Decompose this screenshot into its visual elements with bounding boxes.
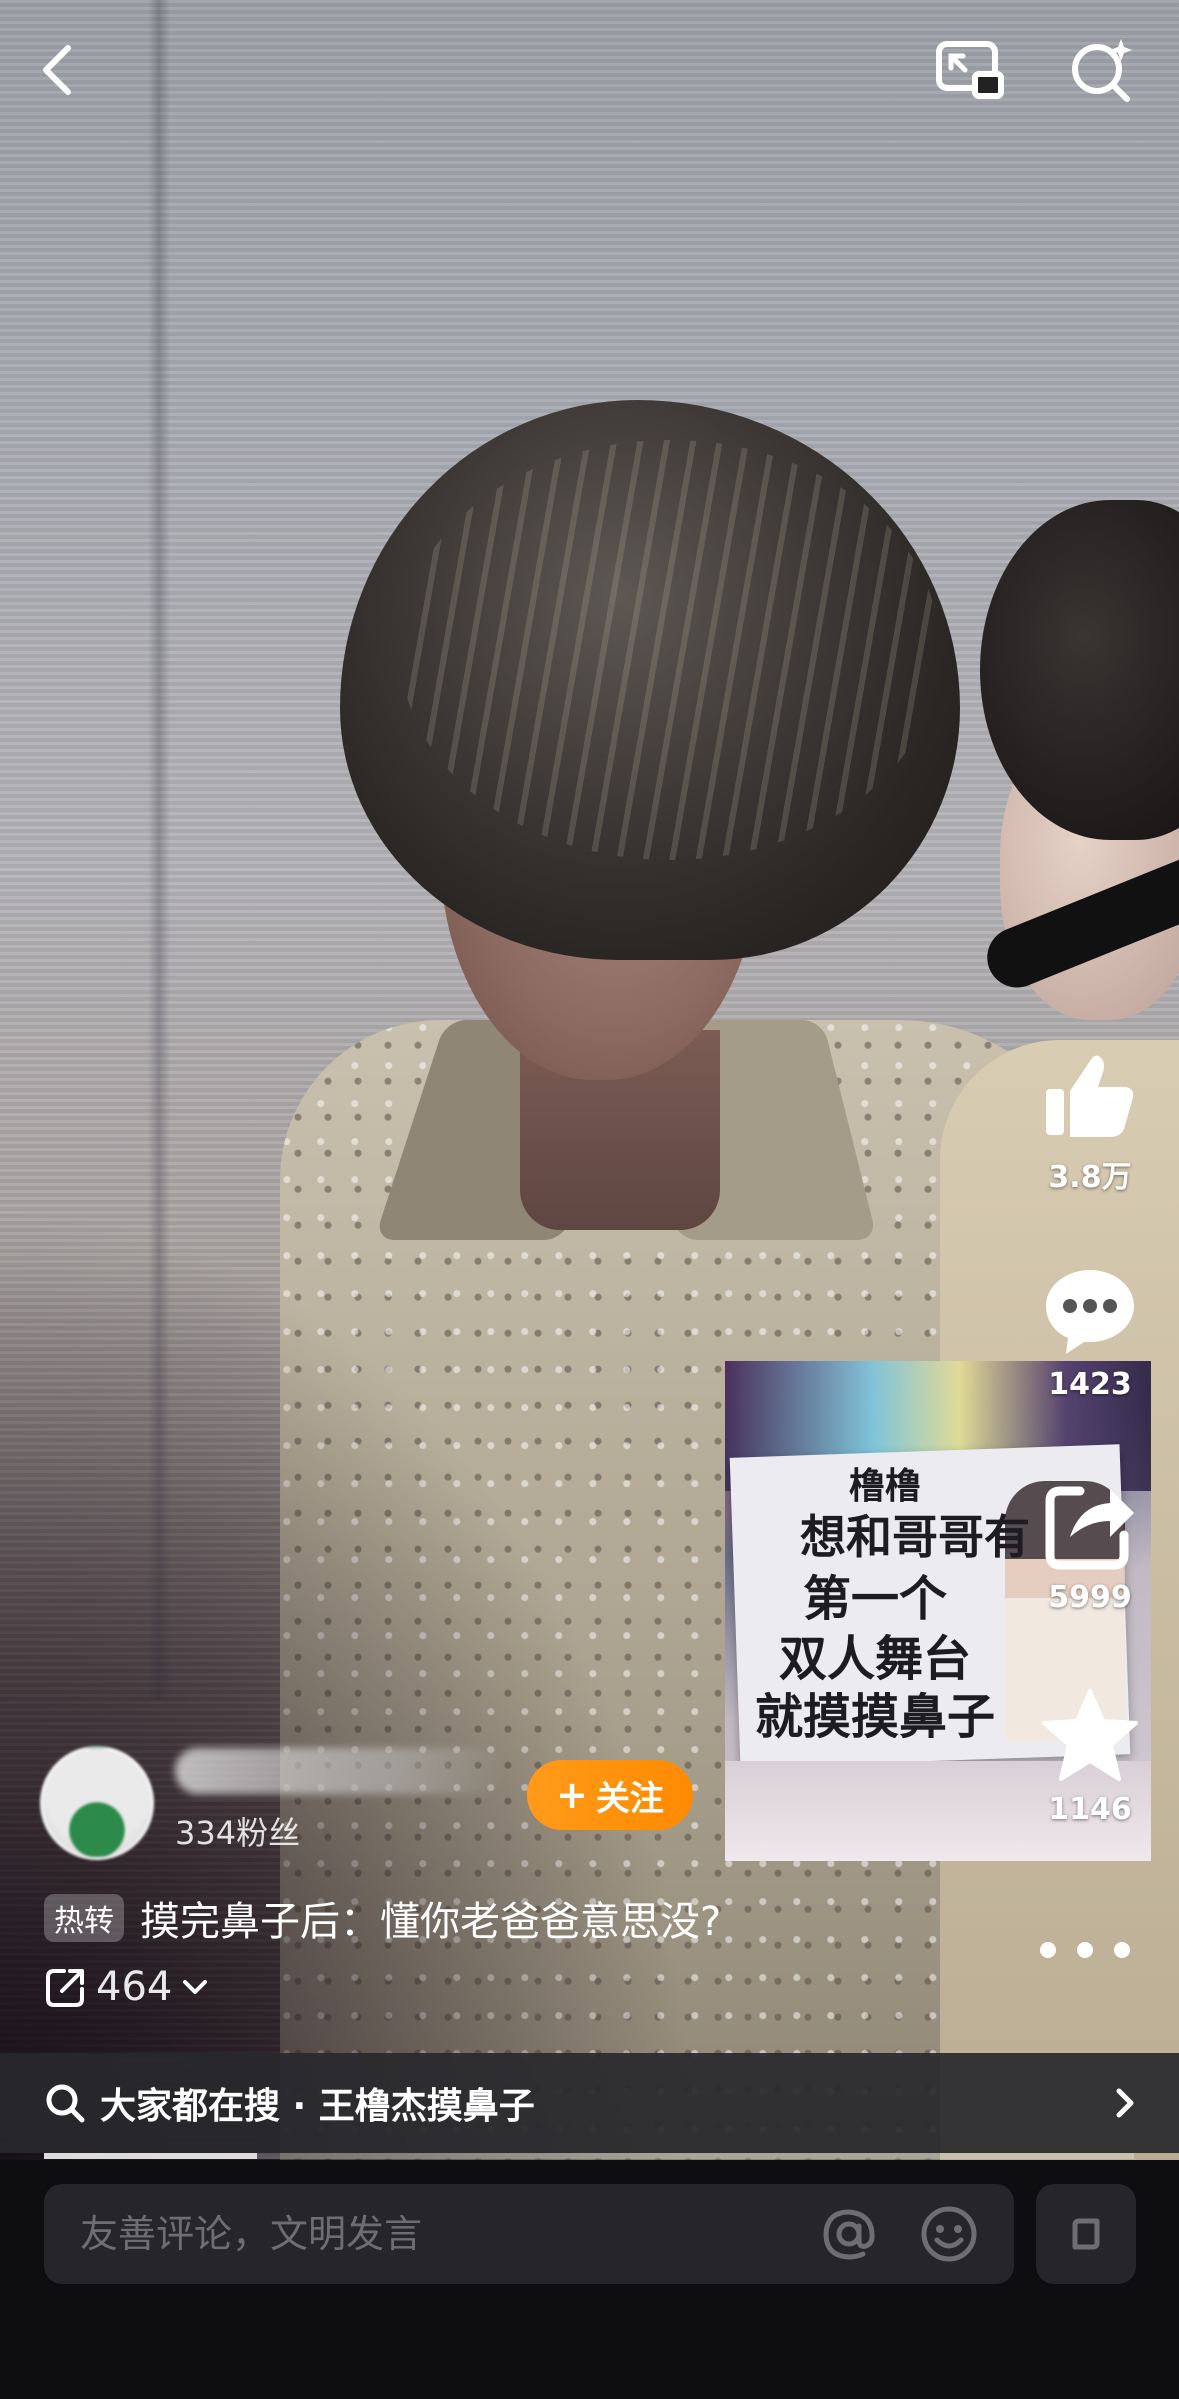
video-shadow <box>0 1200 700 2160</box>
chevron-right-icon <box>1116 2088 1134 2118</box>
comment-bubble-icon <box>1035 1255 1145 1365</box>
star-icon <box>1035 1680 1145 1790</box>
hot-search-label: 大家都在搜 · 王橹杰摸鼻子 <box>100 2086 535 2127</box>
share-button[interactable]: 5999 <box>1020 1468 1160 1615</box>
comment-bar <box>0 2160 1179 2399</box>
comment-input[interactable] <box>78 2211 814 2257</box>
sign-line-5: 就摸摸鼻子 <box>754 1689 995 1745</box>
top-bar <box>0 0 1179 140</box>
comment-input-box[interactable] <box>44 2184 1014 2284</box>
favorite-count: 1146 <box>1048 1792 1132 1827</box>
emoji-icon[interactable] <box>914 2199 984 2269</box>
share-icon <box>1035 1468 1145 1578</box>
comment-count: 1423 <box>1048 1367 1132 1402</box>
favorite-button[interactable]: 1146 <box>1020 1680 1160 1827</box>
external-link-icon <box>46 1969 84 2007</box>
performer-hair <box>340 400 960 960</box>
author-info: 334粉丝 + 关注 <box>40 1740 720 1860</box>
share-count: 5999 <box>1048 1580 1132 1615</box>
repost-count: 464 <box>96 1964 173 2010</box>
caption-text: 摸完鼻子后：懂你老爸爸意思没? <box>140 1899 722 1945</box>
chevron-left-icon[interactable] <box>20 30 100 110</box>
follow-label: 关注 <box>595 1778 664 1819</box>
video-progress-bar[interactable] <box>44 2153 1134 2159</box>
at-icon[interactable] <box>814 2199 884 2269</box>
hot-search-bar[interactable]: 大家都在搜 · 王橹杰摸鼻子 <box>0 2053 1179 2153</box>
secondary-hair <box>980 500 1179 840</box>
chevron-down-icon <box>183 1980 208 1994</box>
progress-fill <box>44 2153 257 2159</box>
fans-count: 334粉丝 <box>175 1814 301 1852</box>
thumbs-up-icon <box>1035 1040 1145 1150</box>
repost-row[interactable]: 464 <box>44 1962 210 2012</box>
more-dots-icon[interactable] <box>1040 1930 1130 1970</box>
search-sparkle-icon[interactable] <box>1062 30 1142 110</box>
follow-button[interactable]: + 关注 <box>527 1760 693 1830</box>
search-icon <box>46 2084 85 2123</box>
like-button[interactable]: 3.8万 <box>1020 1040 1160 1196</box>
plus-icon: + <box>556 1773 588 1817</box>
comment-button[interactable]: 1423 <box>1020 1255 1160 1402</box>
video-caption[interactable]: 热转 摸完鼻子后：懂你老爸爸意思没? <box>44 1888 1004 1948</box>
hair-highlights <box>400 440 940 860</box>
author-name[interactable] <box>175 1748 505 1794</box>
dot <box>1040 1942 1056 1958</box>
picture-in-picture-icon[interactable] <box>930 30 1010 110</box>
hot-repost-tag: 热转 <box>44 1894 124 1942</box>
dot <box>1077 1942 1093 1958</box>
avatar[interactable] <box>40 1746 154 1860</box>
expand-icon[interactable] <box>1036 2184 1136 2284</box>
dot <box>1114 1942 1130 1958</box>
like-count: 3.8万 <box>1048 1160 1132 1195</box>
